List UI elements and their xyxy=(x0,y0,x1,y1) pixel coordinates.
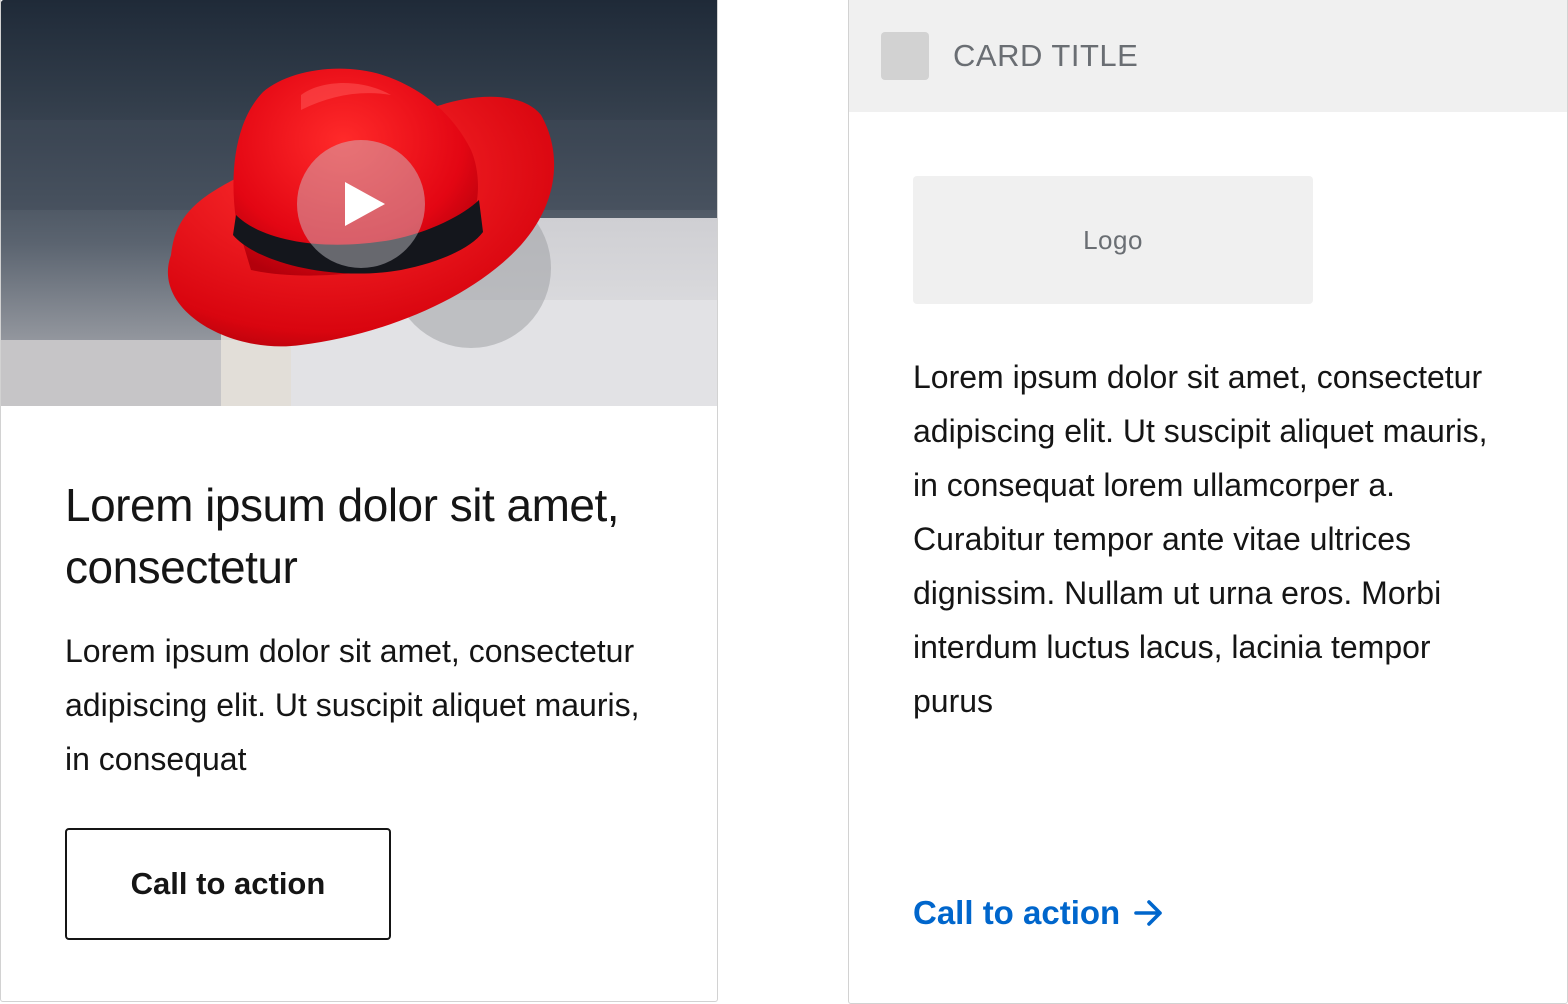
video-thumbnail[interactable] xyxy=(1,0,717,406)
call-to-action-button[interactable]: Call to action xyxy=(65,828,391,940)
card-title: CARD TITLE xyxy=(953,38,1139,73)
logo-placeholder: Logo xyxy=(913,176,1313,304)
card-heading: Lorem ipsum dolor sit amet, consectetur xyxy=(65,479,620,593)
play-icon xyxy=(345,182,385,226)
media-card: Lorem ipsum dolor sit amet, consectetur … xyxy=(0,0,718,1002)
call-to-action-link[interactable]: Call to action xyxy=(913,894,1164,932)
call-to-action-label: Call to action xyxy=(913,894,1121,931)
arrow-right-icon xyxy=(1134,900,1162,926)
card-body-text: Lorem ipsum dolor sit amet, consectetur … xyxy=(65,633,640,777)
play-button[interactable] xyxy=(297,140,425,268)
logo-card: CARD TITLE Logo Lorem ipsum dolor sit am… xyxy=(848,0,1568,1004)
placeholder-square-icon xyxy=(881,32,929,80)
card-header: CARD TITLE xyxy=(849,0,1567,112)
card-body-text: Lorem ipsum dolor sit amet, consectetur … xyxy=(913,359,1488,719)
